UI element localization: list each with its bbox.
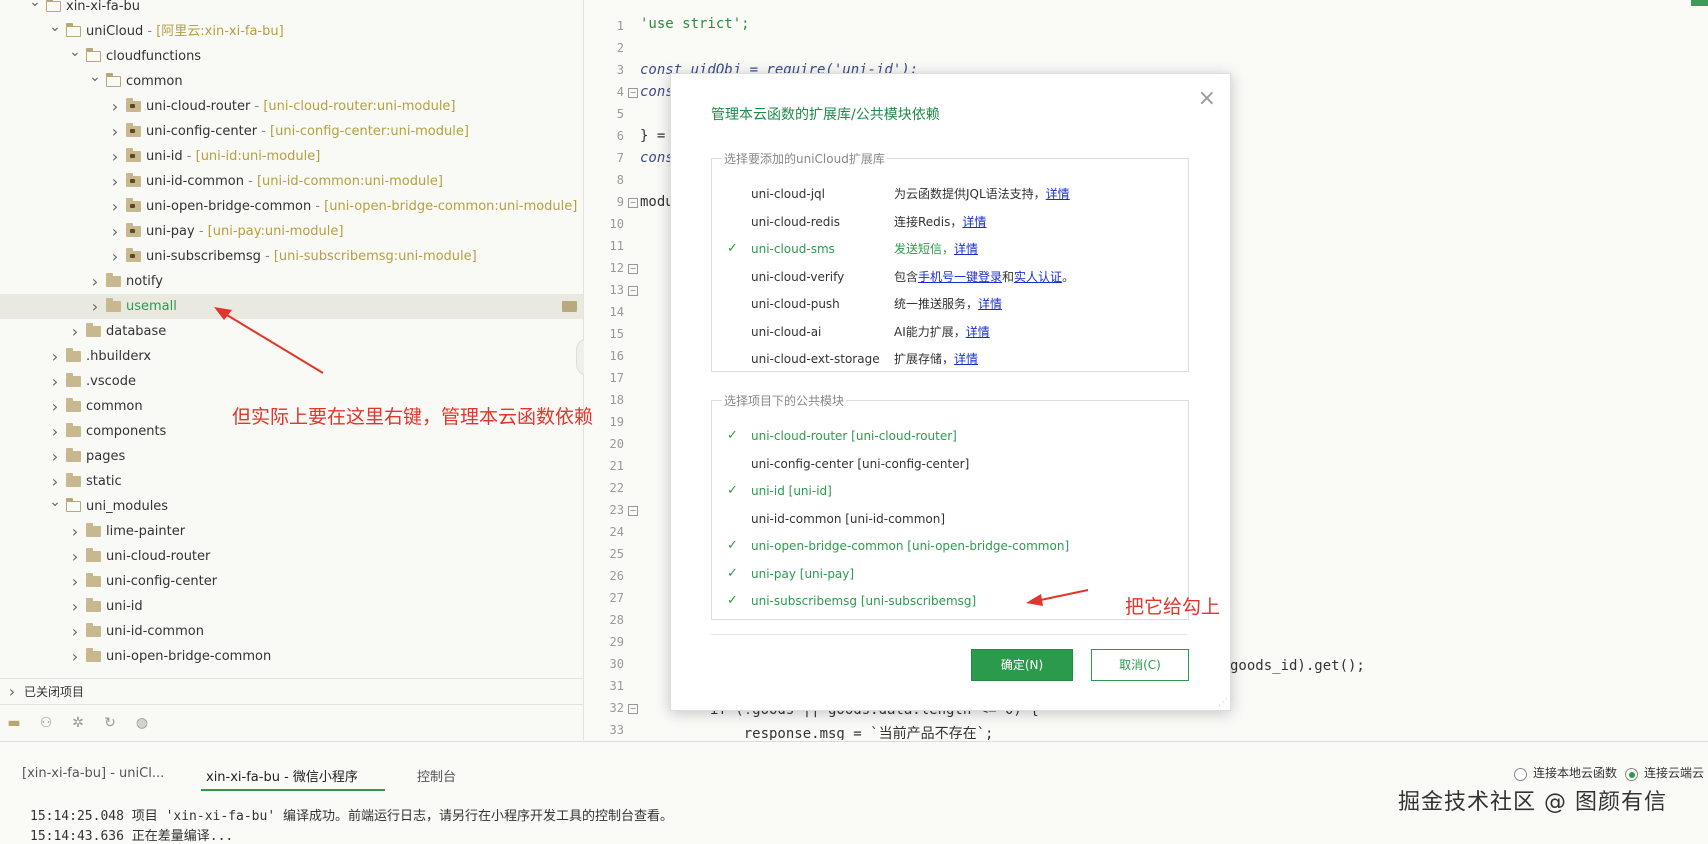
console-tab-weixin[interactable]: xin-xi-fa-bu - 微信小程序 — [206, 766, 358, 785]
radio-local-label: 连接本地云函数 — [1533, 766, 1618, 780]
watermark: 掘金技术社区 @ 图颜有信 — [1398, 790, 1667, 815]
radio-local-cloud[interactable] — [1514, 768, 1527, 781]
log-line-2: 15:14:43.636 正在差量编译... — [30, 829, 234, 844]
log-line-1: 15:14:25.048 项目 'xin-xi-fa-bu' 编译成功。前端运行… — [30, 809, 673, 824]
radio-cloud-connect[interactable] — [1625, 768, 1638, 781]
annotation-left: 但实际上要在这里右键，管理本云函数依赖 — [232, 406, 594, 428]
arrow-to-checkbox — [1026, 589, 1089, 606]
console-tab-unicloud[interactable]: [xin-xi-fa-bu] - uniCl... — [22, 766, 164, 781]
arrow-to-usemall — [214, 307, 324, 374]
radio-cloud-label: 连接云端云 — [1644, 766, 1705, 780]
annotation-right: 把它给勾上 — [1125, 596, 1221, 618]
console-tab-console[interactable]: 控制台 — [417, 766, 456, 785]
active-tab-indicator — [201, 789, 385, 791]
